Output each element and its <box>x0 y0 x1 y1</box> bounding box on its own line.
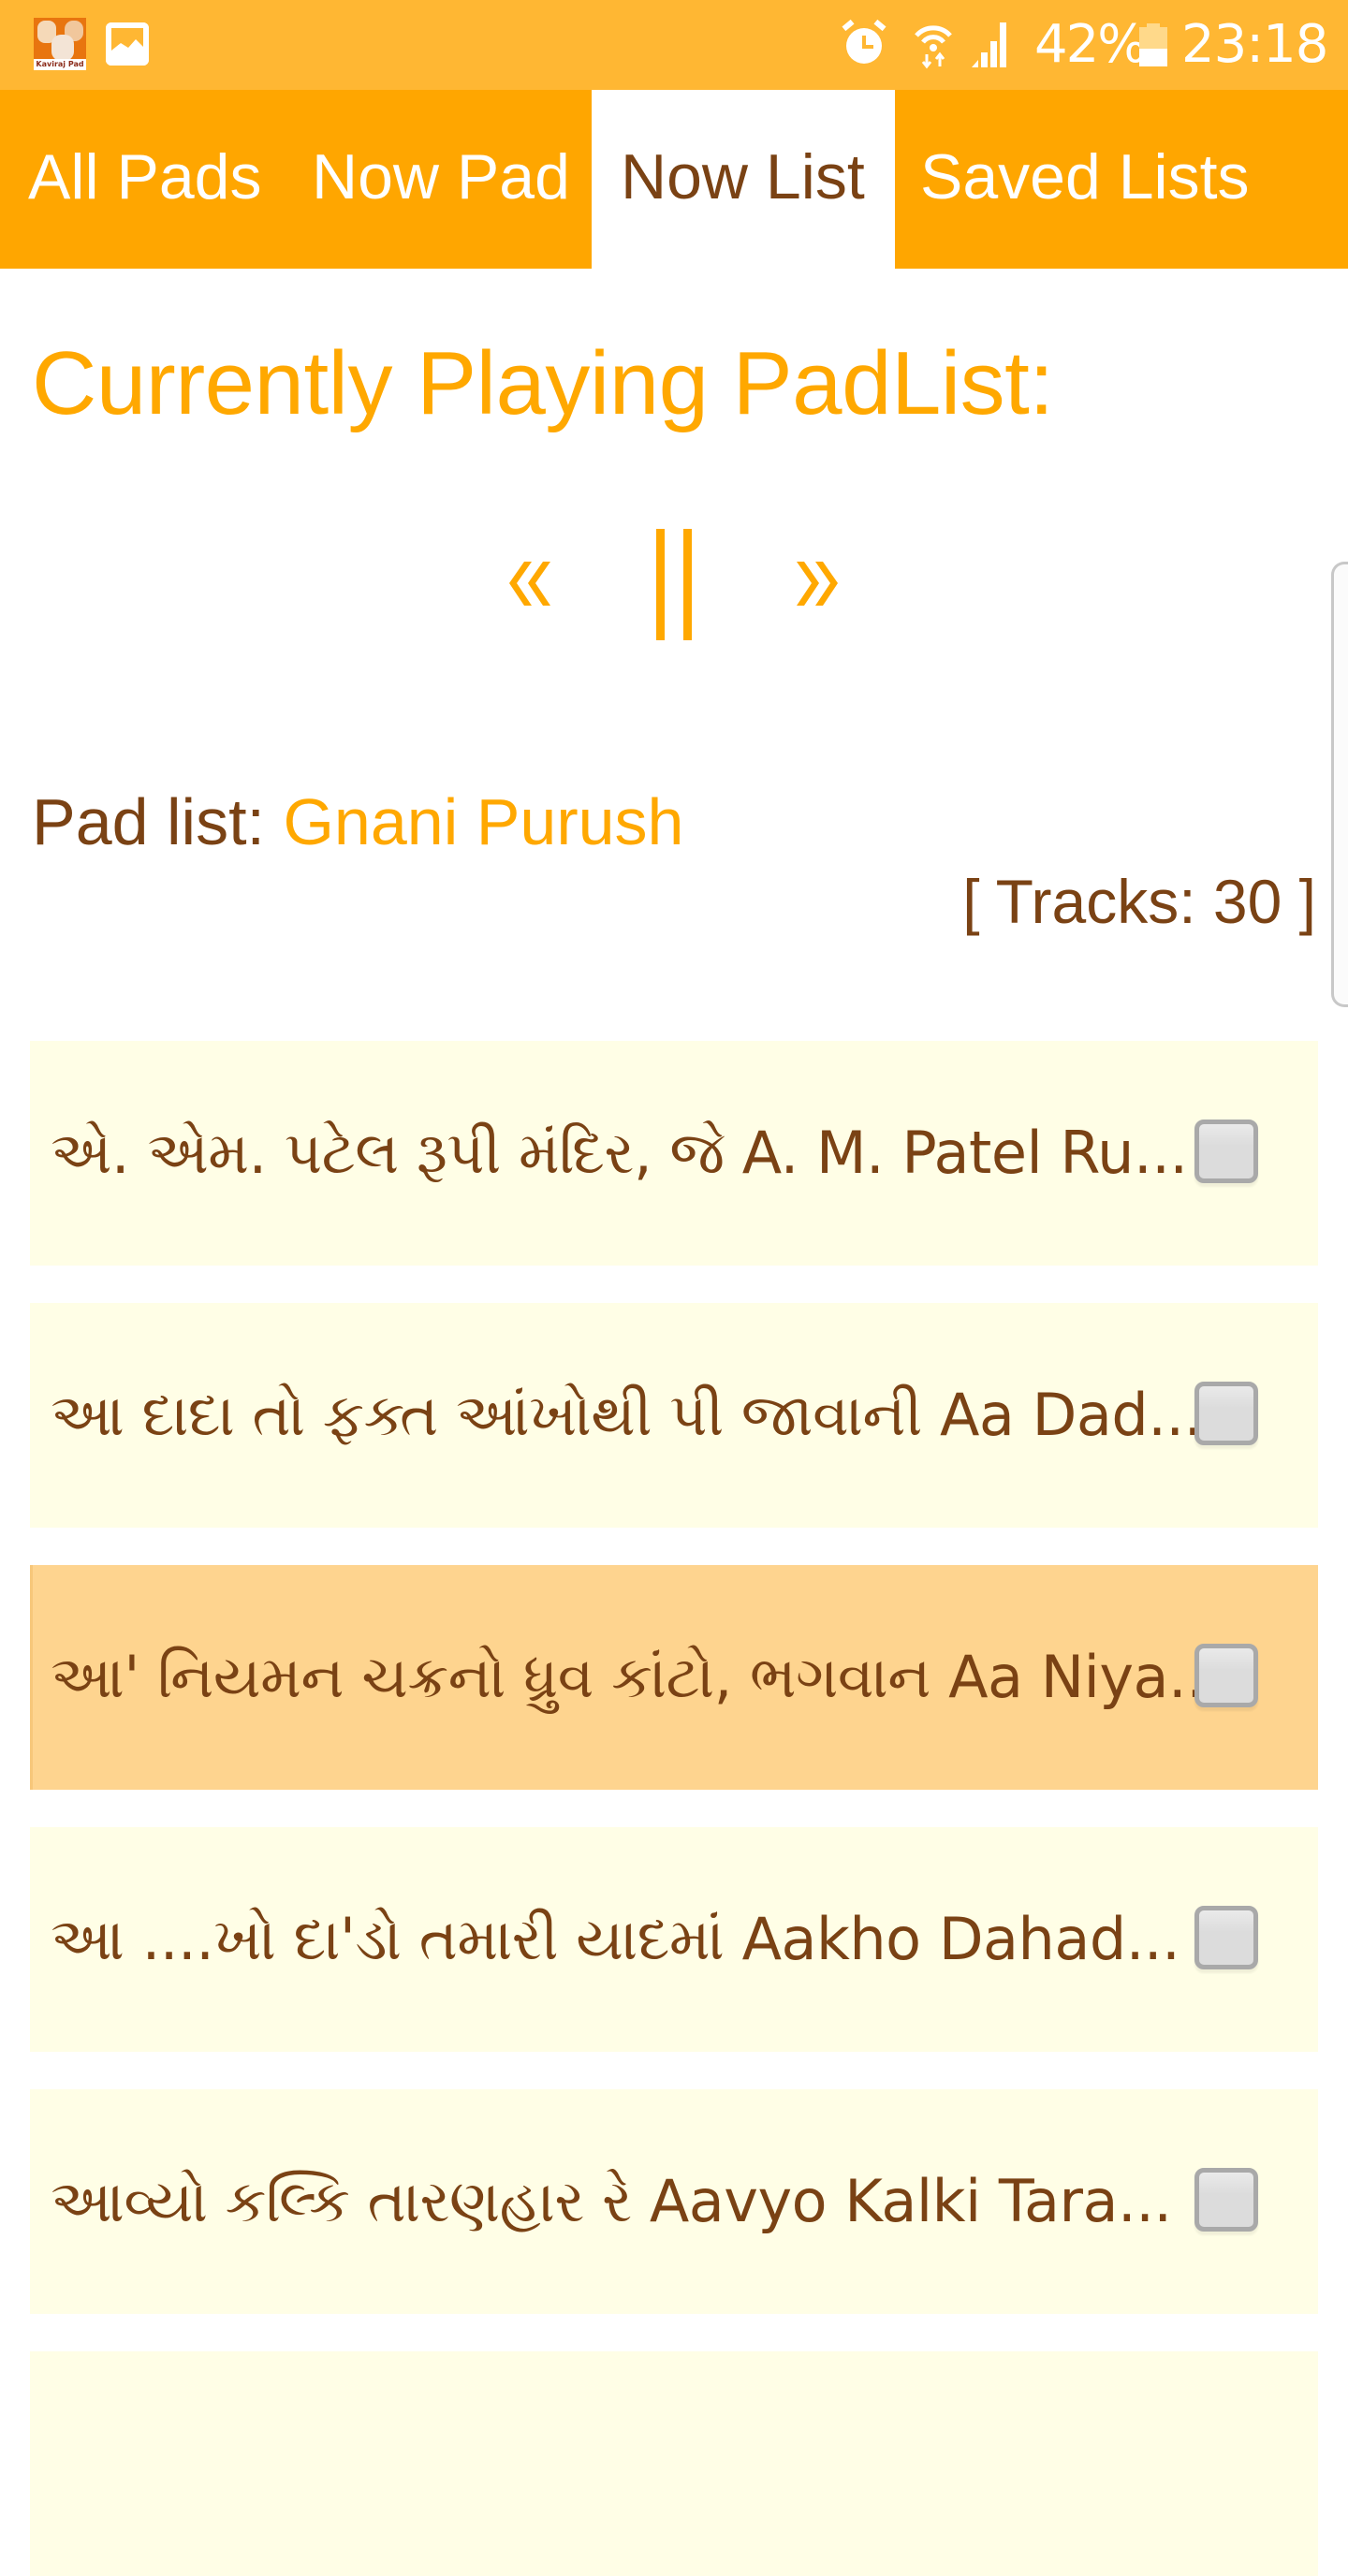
track-title: આ દાદા તો ફક્ત આંખોથી પી જાવાની Aa Dad..… <box>51 1381 1202 1449</box>
list-item[interactable] <box>30 2351 1318 2576</box>
track-title: આવ્યો કલ્કિ તારણહાર રે Aavyo Kalki Tara.… <box>51 2167 1172 2235</box>
clock: 23:18 <box>1181 14 1328 75</box>
track-title: આ ....ખો દા'ડો તમારી યાદમાં Aakho Dahad.… <box>51 1905 1180 1973</box>
double-chevron-right-icon <box>797 562 838 606</box>
tab-saved-lists[interactable]: Saved Lists <box>895 90 1348 269</box>
app-icon: Kaviraj Pad <box>34 18 86 70</box>
pause-icon <box>656 529 692 640</box>
list-item[interactable]: આ ....ખો દા'ડો તમારી યાદમાં Aakho Dahad.… <box>30 1827 1318 2052</box>
track-checkbox[interactable] <box>1194 1644 1258 1707</box>
double-chevron-left-icon <box>509 562 550 606</box>
tab-bar: All Pads Now Pad Now List Saved Lists <box>0 90 1348 269</box>
edge-panel-handle[interactable] <box>1331 562 1348 1007</box>
track-title: આ' નિયમન ચક્રનો ધ્રુવ કાંટો, ભગવાન Aa Ni… <box>51 1643 1223 1711</box>
track-checkbox[interactable] <box>1194 1120 1258 1183</box>
track-checkbox[interactable] <box>1194 1382 1258 1445</box>
list-item-current[interactable]: આ' નિયમન ચક્રનો ધ્રુવ કાંટો, ભગવાન Aa Ni… <box>30 1565 1318 1790</box>
padlist-name: Gnani Purush <box>283 785 684 858</box>
padlist-label: Pad list: <box>32 785 265 858</box>
tab-all-pads[interactable]: All Pads <box>0 90 290 269</box>
list-item[interactable]: આવ્યો કલ્કિ તારણહાર રે Aavyo Kalki Tara.… <box>30 2089 1318 2314</box>
track-checkbox[interactable] <box>1194 2168 1258 2232</box>
tab-now-pad[interactable]: Now Pad <box>290 90 592 269</box>
previous-button[interactable] <box>502 534 560 627</box>
status-bar: Kaviraj Pad 42% 23:18 <box>0 0 1348 90</box>
list-item[interactable]: એ. એમ. પટેલ રૂપી મંદિર, જે A. M. Patel R… <box>30 1041 1318 1266</box>
track-checkbox[interactable] <box>1194 1906 1258 1969</box>
track-title: એ. એમ. પટેલ રૂપી મંદિર, જે A. M. Patel R… <box>51 1119 1188 1187</box>
battery-percent: 42% <box>1034 14 1147 75</box>
padlist-info: Pad list: Gnani Purush <box>32 780 684 864</box>
app-icon-caption: Kaviraj Pad <box>34 59 86 70</box>
next-button[interactable] <box>789 534 847 627</box>
list-item[interactable]: આ દાદા તો ફક્ત આંખોથી પી જાવાની Aa Dad..… <box>30 1303 1318 1528</box>
wifi-icon <box>913 21 954 69</box>
tab-now-list[interactable]: Now List <box>592 90 895 269</box>
track-count: [ Tracks: 30 ] <box>962 867 1316 936</box>
pause-button[interactable] <box>646 524 702 646</box>
battery-icon <box>1139 23 1167 66</box>
alarm-icon <box>842 19 887 67</box>
signal-icon <box>970 22 1007 67</box>
page-title: Currently Playing PadList: <box>32 333 1054 433</box>
gallery-icon <box>106 22 149 66</box>
